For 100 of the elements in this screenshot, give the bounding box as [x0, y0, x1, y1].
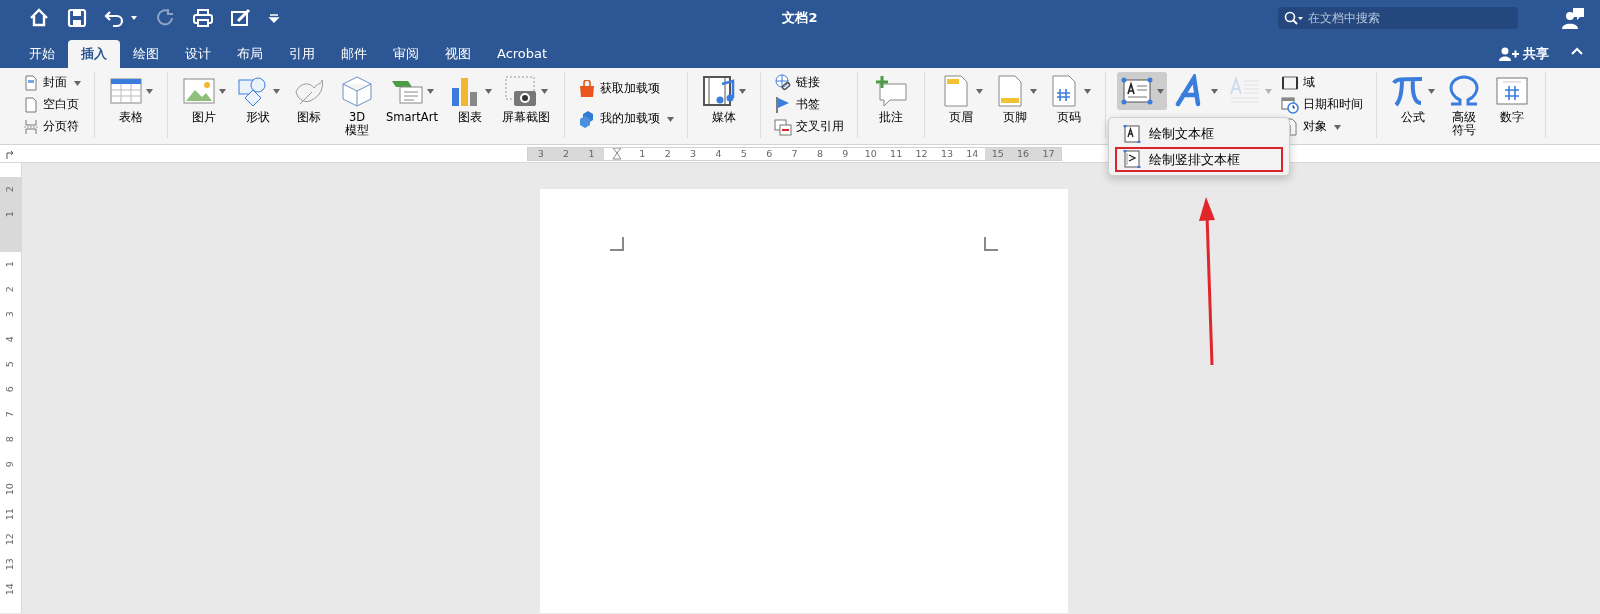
ruler-number: 4 — [3, 336, 17, 343]
comment-plus-icon — [873, 74, 908, 108]
text-box-icon — [1123, 124, 1141, 143]
save-icon[interactable] — [66, 7, 88, 29]
caret-icon — [1083, 88, 1091, 94]
ribbon-button[interactable]: 页脚 — [989, 72, 1040, 127]
print-icon[interactable] — [192, 7, 214, 29]
caret-icon — [273, 88, 280, 94]
ribbon-button[interactable]: 表格 — [106, 72, 156, 127]
ruler-number: 1 — [639, 147, 646, 159]
ruler-number: 6 — [3, 386, 17, 393]
ribbon-button[interactable]: 图片 — [179, 72, 229, 127]
ribbon-tab[interactable]: Acrobat — [484, 40, 561, 68]
caret-icon — [540, 88, 548, 94]
ribbon-tab[interactable]: 布局 — [224, 40, 276, 68]
ruler-number: 2 — [563, 147, 570, 159]
ruler-number: 10 — [3, 483, 17, 496]
shopping-bag-icon — [577, 80, 596, 98]
ribbon-button[interactable]: 3D 模型 — [335, 72, 379, 140]
globe-link-icon — [773, 74, 792, 92]
ribbon-button[interactable]: SmartArt — [383, 72, 441, 127]
ribbon-tab[interactable]: 审阅 — [380, 40, 432, 68]
caret-icon — [1333, 124, 1341, 130]
ruler-number: 16 — [1017, 147, 1030, 159]
ribbon-button[interactable]: 媒体 — [698, 72, 749, 127]
ribbon-button[interactable]: 图标 — [287, 72, 331, 127]
ribbon-button[interactable] — [1116, 72, 1167, 110]
ribbon-button[interactable]: 批注 — [868, 72, 913, 127]
calendar-clock-icon — [1280, 96, 1299, 114]
ruler-number: 11 — [3, 508, 17, 521]
pi-icon — [1390, 74, 1425, 108]
caret-icon — [1427, 88, 1435, 94]
ribbon-tab[interactable]: 插入 — [68, 40, 120, 68]
ruler-number: 6 — [766, 147, 773, 159]
ruler-number: 12 — [915, 147, 928, 159]
ruler-number: 13 — [940, 147, 953, 159]
ribbon-button[interactable]: 公式 — [1387, 72, 1438, 127]
ribbon-button[interactable]: 获取加载项 — [575, 78, 676, 100]
share-button[interactable]: 共享 — [1486, 40, 1562, 68]
ruler-number: 1 — [3, 261, 17, 268]
home-icon[interactable] — [28, 7, 50, 29]
ruler-number: 12 — [3, 533, 17, 546]
ruler-number: 14 — [966, 147, 979, 159]
ruler-number: 1 — [3, 211, 17, 218]
collapse-ribbon-icon[interactable] — [1570, 45, 1584, 56]
ruler-number: 2 — [3, 186, 17, 193]
cube-icon — [340, 74, 374, 108]
search-field[interactable]: 在文档中搜索 — [1278, 7, 1518, 29]
menu-item[interactable]: 绘制文本框 — [1115, 121, 1283, 147]
cubes-icon — [577, 110, 596, 128]
edit-document-icon[interactable] — [230, 7, 252, 29]
blank-page-icon — [23, 97, 39, 113]
ruler-number: 9 — [3, 461, 17, 468]
add-person-icon — [1499, 47, 1519, 61]
ribbon-button[interactable]: 高级 符号 — [1441, 72, 1486, 140]
ruler-number: 3 — [537, 147, 544, 159]
ribbon-button[interactable]: 形状 — [233, 72, 283, 127]
margin-corner-icon — [984, 237, 998, 251]
ribbon-button[interactable]: 页码 — [1043, 72, 1094, 127]
ribbon-tab[interactable]: 设计 — [172, 40, 224, 68]
menu-item[interactable]: 绘制竖排文本框 — [1115, 146, 1283, 172]
ribbon-button[interactable]: 交叉引用 — [771, 116, 846, 138]
ruler-number: 9 — [842, 147, 849, 159]
ruler-number: 5 — [740, 147, 747, 159]
ribbon-button[interactable]: 图表 — [444, 72, 495, 127]
caret-icon — [146, 88, 153, 94]
ribbon-tab[interactable]: 邮件 — [328, 40, 380, 68]
ribbon-button[interactable]: 链接 — [771, 72, 846, 94]
ribbon-button[interactable]: 域 — [1278, 72, 1365, 94]
ribbon-button[interactable]: 分页符 — [21, 116, 83, 138]
ruler-number: 2 — [3, 286, 17, 293]
caret-icon — [1264, 88, 1272, 94]
ribbon-button[interactable]: 日期和时间 — [1278, 94, 1365, 116]
ruler-number: 8 — [3, 436, 17, 443]
ribbon-button[interactable]: 空白页 — [21, 94, 83, 116]
film-music-icon — [701, 74, 736, 108]
ribbon-tab[interactable]: 绘图 — [120, 40, 172, 68]
ribbon-button[interactable]: 我的加载项 — [575, 108, 676, 130]
ruler-number: 14 — [3, 583, 17, 596]
cross-reference-icon — [773, 118, 792, 136]
tab-selector-icon[interactable] — [5, 149, 15, 159]
ruler-number: 1 — [588, 147, 595, 159]
ribbon-button[interactable]: 页眉 — [935, 72, 986, 127]
caret-icon — [1210, 88, 1218, 94]
feedback-person-icon[interactable] — [1562, 7, 1584, 29]
window-title: 文档2 — [782, 9, 818, 27]
ruler-number: 15 — [991, 147, 1004, 159]
ribbon-button[interactable]: 数字 — [1489, 72, 1534, 127]
caret-icon — [74, 80, 81, 86]
ribbon-tab[interactable]: 引用 — [276, 40, 328, 68]
page-break-icon — [23, 119, 39, 135]
indent-marker-icon[interactable] — [611, 147, 622, 160]
ribbon-button[interactable]: 书签 — [771, 94, 846, 116]
ruler-number: 7 — [791, 147, 798, 159]
caret-icon — [426, 88, 434, 94]
ruler-number: 3 — [3, 311, 17, 318]
ribbon-button[interactable]: 屏幕截图 — [498, 72, 553, 127]
ribbon-tab[interactable]: 视图 — [432, 40, 484, 68]
ribbon-button[interactable]: 封面 — [21, 72, 83, 94]
ribbon-tab[interactable]: 开始 — [16, 40, 68, 68]
